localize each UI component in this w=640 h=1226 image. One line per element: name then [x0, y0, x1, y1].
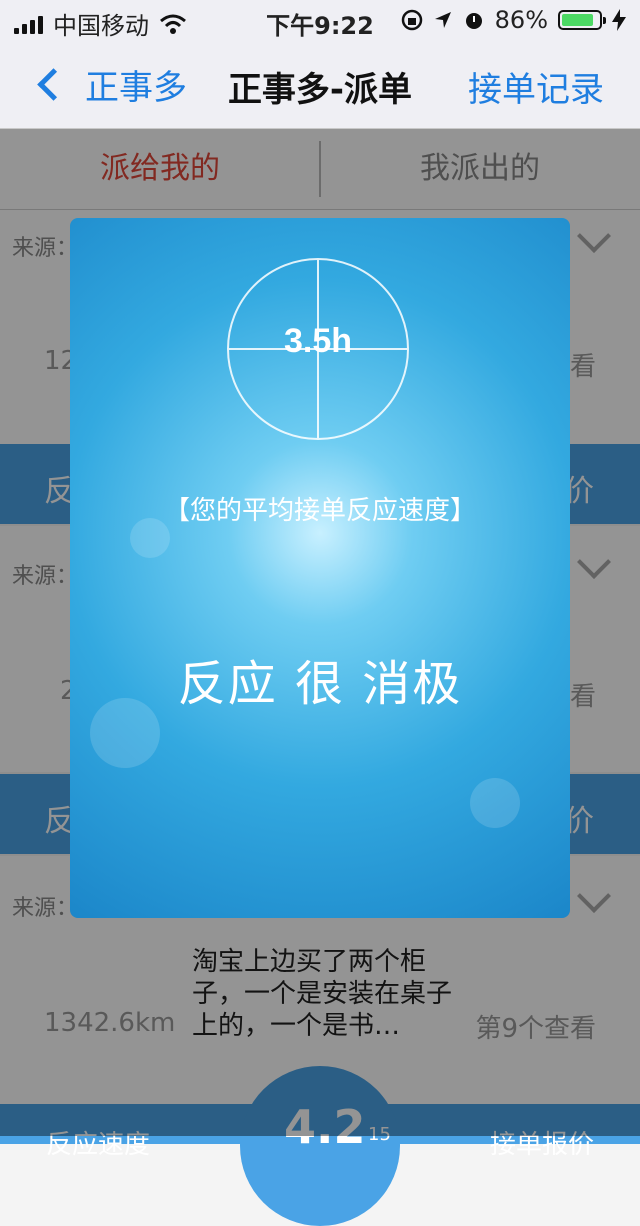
location-icon	[434, 12, 451, 28]
avg-response-caption: 【您的平均接单反应速度】	[163, 496, 476, 526]
order-records-button[interactable]: 接单记录	[468, 62, 604, 111]
response-verdict: 反应 很 消极	[177, 656, 463, 712]
charging-icon	[612, 9, 626, 31]
decor-dot	[470, 778, 520, 828]
avg-response-value: 3.5h	[283, 322, 353, 360]
response-speed-modal[interactable]: 3.5h 【您的平均接单反应速度】 反应 很 消极	[70, 218, 570, 918]
battery-icon	[558, 10, 606, 30]
alarm-icon	[465, 13, 482, 29]
status-right: 86%	[401, 6, 626, 34]
back-button[interactable]: 正事多	[36, 60, 187, 109]
navigation-bar: 正事多 正事多-派单 接单记录	[0, 40, 640, 129]
battery-percent: 86%	[494, 6, 548, 34]
orientation-lock-icon	[401, 9, 422, 31]
back-label: 正事多	[85, 68, 187, 108]
chevron-left-icon	[37, 68, 70, 101]
status-bar: 中国移动 下午9:22 86%	[0, 0, 640, 40]
